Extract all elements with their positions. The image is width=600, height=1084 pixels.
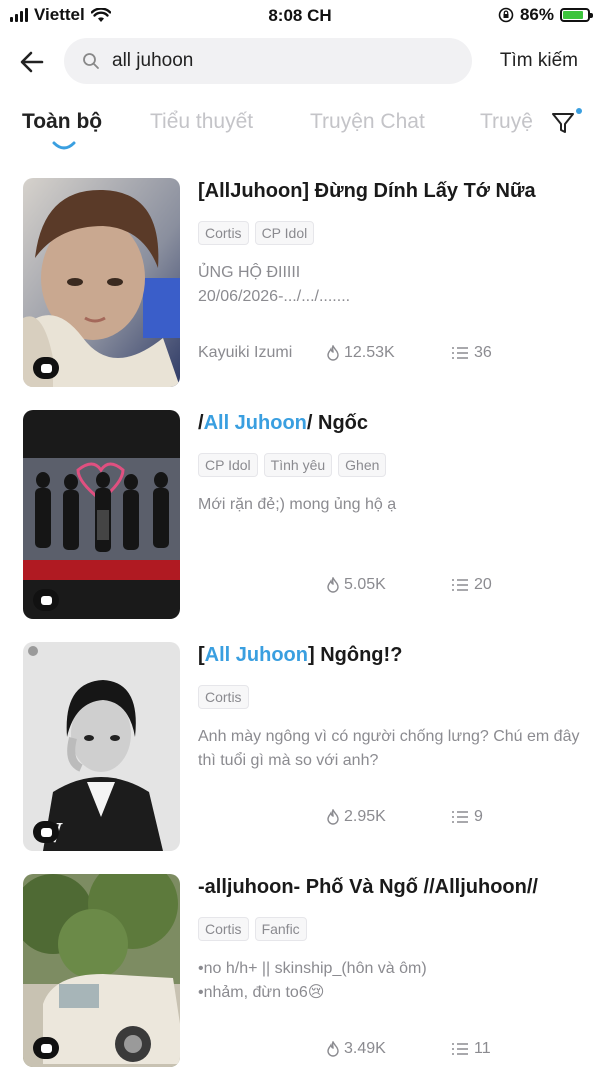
active-tab-indicator — [52, 141, 76, 150]
chapter-list-icon — [452, 1043, 468, 1055]
cover-image: W — [23, 642, 180, 851]
chapter-list-icon — [452, 579, 468, 591]
chapter-count: 36 — [474, 344, 492, 361]
filter-icon — [552, 113, 574, 133]
story-description: Mới rặn đẻ;) mong ủng hộ ạ — [198, 496, 397, 513]
tag[interactable]: Cortis — [198, 221, 249, 245]
story-title: -alljuhoon- Phố Và Ngố //Alljuhoon// — [198, 876, 538, 898]
story-cover — [23, 178, 180, 387]
read-count: 5.05K — [344, 576, 386, 593]
story-meta: 5.05K 20 — [198, 576, 583, 598]
battery-icon — [560, 8, 593, 22]
tab-novel[interactable]: Tiểu thuyết — [150, 110, 253, 134]
chapter-count: 20 — [474, 576, 492, 593]
tab-chat-story[interactable]: Truyện Chat — [310, 110, 425, 134]
story-title: /All Juhoon/ Ngốc — [198, 412, 369, 434]
filter-active-dot — [576, 108, 582, 114]
tag[interactable]: CP Idol — [198, 453, 258, 477]
story-meta: 2.95K 9 — [198, 808, 583, 830]
story-item[interactable]: [AllJuhoon] Đừng Dính Lấy Tớ Nữa Cortis … — [23, 178, 583, 388]
chat-badge-icon — [33, 357, 59, 379]
tab-all[interactable]: Toàn bộ — [22, 110, 102, 134]
story-cover: W — [23, 642, 180, 851]
tag[interactable]: Cortis — [198, 917, 249, 941]
search-icon — [83, 53, 99, 69]
search-input[interactable] — [110, 49, 454, 73]
story-description: •no h/h+ || skinship_(hôn và ôm) •nhảm, … — [198, 960, 427, 1001]
search-box[interactable] — [64, 38, 472, 84]
tag[interactable]: CP Idol — [254, 221, 315, 245]
tag-list: CP Idol Tình yêu Ghen — [198, 453, 583, 477]
search-button[interactable]: Tìm kiếm — [500, 50, 578, 72]
tag[interactable]: Cortis — [198, 685, 249, 709]
tag-list: Cortis — [198, 685, 583, 709]
fire-icon — [327, 577, 339, 593]
story-meta: Kayuiki Izumi 12.53K 36 — [198, 344, 583, 366]
chat-badge-icon — [33, 589, 59, 611]
chat-badge-icon — [33, 1037, 59, 1059]
tag[interactable]: Ghen — [338, 453, 387, 477]
category-tabs: Toàn bộ Tiểu thuyết Truyện Chat Truyệ — [0, 110, 545, 154]
fire-icon — [327, 345, 339, 361]
read-count: 12.53K — [344, 344, 395, 361]
search-header: Tìm kiếm — [0, 36, 600, 88]
story-cover — [23, 874, 180, 1067]
read-count: 2.95K — [344, 808, 386, 825]
back-arrow-icon[interactable] — [18, 48, 46, 76]
chapter-list-icon — [452, 347, 468, 359]
fire-icon — [327, 809, 339, 825]
story-title: [AllJuhoon] Đừng Dính Lấy Tớ Nữa — [198, 180, 536, 202]
story-item[interactable]: -alljuhoon- Phố Và Ngố //Alljuhoon// Cor… — [23, 874, 583, 1084]
tag[interactable]: Tình yêu — [263, 453, 333, 477]
tab-comic[interactable]: Truyệ — [480, 110, 533, 134]
cover-image — [23, 410, 180, 619]
chat-badge-icon — [33, 821, 59, 843]
cover-image — [23, 178, 180, 387]
chapter-list-icon — [452, 811, 468, 823]
story-description: Anh mày ngông vì có người chống lưng? Ch… — [198, 728, 580, 769]
story-cover — [23, 410, 180, 619]
status-bar: Viettel 8:08 CH 86% — [0, 0, 600, 32]
author-name: Kayuiki Izumi — [198, 344, 293, 361]
story-item[interactable]: /All Juhoon/ Ngốc CP Idol Tình yêu Ghen … — [23, 410, 583, 620]
tag[interactable]: Fanfic — [254, 917, 307, 941]
story-meta: 3.49K 11 — [198, 1040, 583, 1062]
read-count: 3.49K — [344, 1040, 386, 1057]
tag-list: Cortis CP Idol — [198, 221, 583, 245]
tag-list: Cortis Fanfic — [198, 917, 583, 941]
story-title: [All Juhoon] Ngông!? — [198, 644, 403, 666]
fire-icon — [327, 1041, 339, 1057]
filter-button[interactable] — [550, 108, 582, 140]
chapter-count: 11 — [474, 1040, 491, 1057]
story-item[interactable]: W [All Juhoon] Ngông!? Cortis Anh mày ng… — [23, 642, 583, 852]
story-description: ỦNG HỘ ĐIIIII 20/06/2026-.../.../....... — [198, 264, 351, 305]
battery-percent: 86% — [519, 5, 554, 24]
orientation-lock-icon — [498, 7, 514, 23]
chapter-count: 9 — [474, 808, 483, 825]
